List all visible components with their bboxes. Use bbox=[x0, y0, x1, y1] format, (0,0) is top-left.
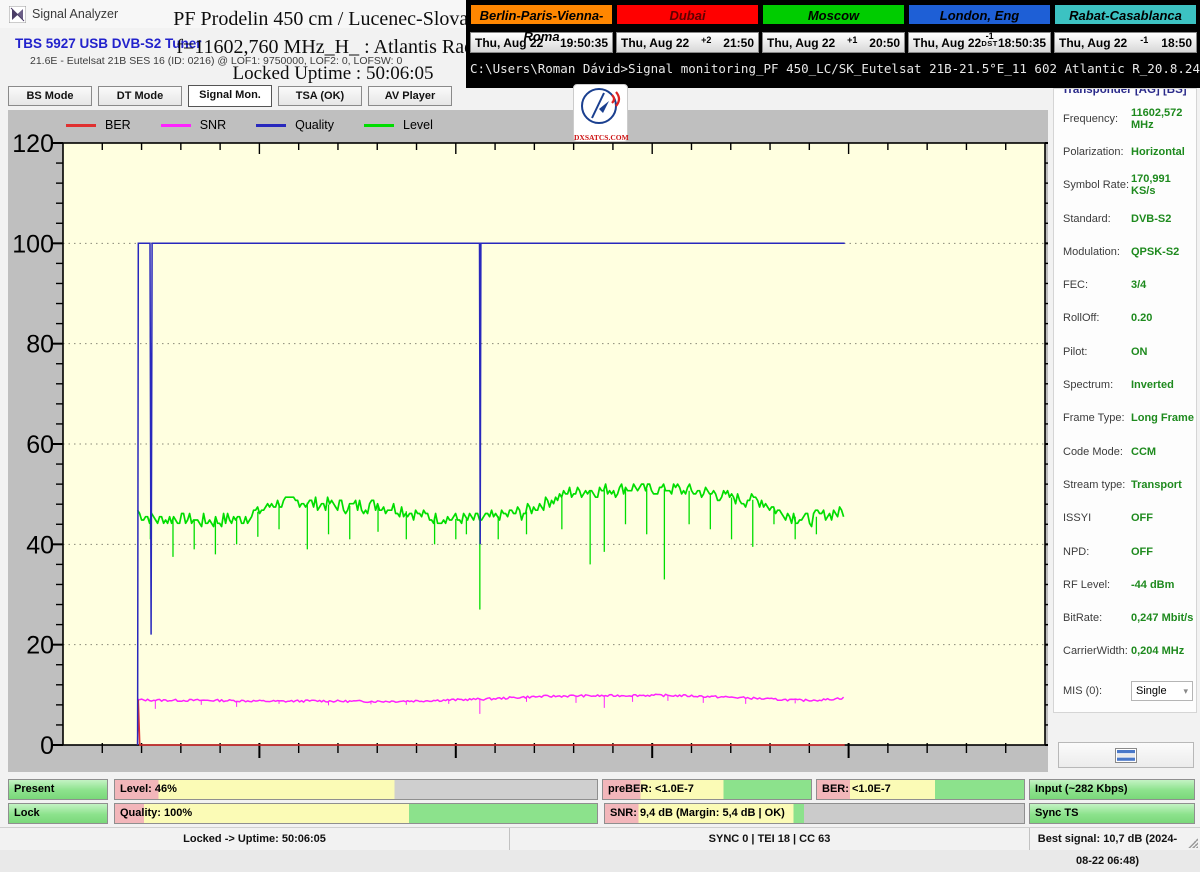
legend-item-snr: SNR bbox=[161, 118, 226, 132]
param-bitrate: BitRate:0,247 Mbit/s bbox=[1054, 601, 1196, 634]
param-stream-type: Stream type:Transport bbox=[1054, 468, 1196, 501]
param-polarization: Polarization:Horizontal bbox=[1054, 135, 1196, 168]
chevron-down-icon: ▾ bbox=[1183, 686, 1188, 697]
mis-dropdown[interactable]: Single ▾ bbox=[1131, 681, 1193, 701]
param-fec: FEC:3/4 bbox=[1054, 268, 1196, 301]
preber-bar: preBER: <1.0E-7 bbox=[602, 779, 812, 800]
level-bar: Level: 46% bbox=[114, 779, 598, 800]
y-tick-label: 80 bbox=[26, 331, 54, 359]
snr-swatch bbox=[161, 124, 191, 127]
param-npd: NPD:OFF bbox=[1054, 535, 1196, 568]
world-clock-panel: Berlin-Paris-Vienna-Roma Thu, Aug 22 19:… bbox=[466, 0, 1200, 88]
y-tick-label: 40 bbox=[26, 531, 54, 559]
clock-moscow: Moscow Thu, Aug 22 +1 20:50 bbox=[762, 4, 905, 53]
param-standard: Standard:DVB-S2 bbox=[1054, 202, 1196, 235]
mis-row: MIS (0): Single ▾ bbox=[1063, 681, 1193, 701]
clock-dubai: Dubai Thu, Aug 22 +2 21:50 bbox=[616, 4, 759, 53]
locked-uptime: Locked Uptime : 50:06:05 bbox=[168, 63, 498, 85]
chart-legend: BER SNR Quality Level bbox=[66, 118, 433, 132]
constellation-button[interactable] bbox=[1058, 742, 1194, 768]
status-uptime: Locked -> Uptime: 50:06:05 bbox=[0, 828, 510, 850]
y-tick-label: 100 bbox=[12, 230, 54, 258]
param-pilot: Pilot:ON bbox=[1054, 335, 1196, 368]
chart-panel: 0 20 40 60 80 100 120 BER SNR Quality Level bbox=[8, 110, 1048, 772]
clock-rabat: Rabat-Casablanca Thu, Aug 22 -1 18:50 bbox=[1054, 4, 1197, 53]
y-tick-label: 0 bbox=[40, 732, 54, 760]
param-modulation: Modulation:QPSK-S2 bbox=[1054, 235, 1196, 268]
param-code-mode: Code Mode:CCM bbox=[1054, 435, 1196, 468]
parameter-list: Frequency:11602,572 MHz Polarization:Hor… bbox=[1054, 102, 1196, 668]
signal-analyzer-window: Signal Analyzer TBS 5927 USB DVB-S2 Tune… bbox=[0, 0, 1200, 850]
param-spectrum: Spectrum:Inverted bbox=[1054, 368, 1196, 401]
legend-item-level: Level bbox=[364, 118, 433, 132]
signal-chart: 0 20 40 60 80 100 120 bbox=[8, 110, 1048, 772]
param-symbol-rate: Symbol Rate:170,991 KS/s bbox=[1054, 169, 1196, 202]
sidebar-title: Transponder [AG] [BS] bbox=[1062, 88, 1187, 96]
clock-columns: Berlin-Paris-Vienna-Roma Thu, Aug 22 19:… bbox=[470, 4, 1197, 53]
satellite-dish-icon bbox=[579, 85, 623, 127]
param-frequency: Frequency:11602,572 MHz bbox=[1054, 102, 1196, 135]
frequency-service: f=11602,760 MHz_H_ : Atlantis Radio bbox=[168, 36, 498, 59]
header-info: PF Prodelin 450 cm / Lucenec-Slovakia f=… bbox=[168, 8, 498, 85]
ber-swatch bbox=[66, 124, 96, 127]
tab-signal-mon[interactable]: Signal Mon. bbox=[188, 85, 272, 107]
param-frame-type: Frame Type:Long Frame bbox=[1054, 402, 1196, 435]
status-best-signal: Best signal: 10,7 dB (2024-08-22 06:48) bbox=[1030, 828, 1185, 850]
dxsatcs-logo: DXSATCS.COM bbox=[573, 84, 628, 142]
y-tick-label: 60 bbox=[26, 431, 54, 459]
present-indicator: Present bbox=[8, 779, 108, 800]
console-prompt[interactable]: C:\Users\Roman Dávid>Signal monitoring_P… bbox=[470, 61, 1197, 76]
transponder-sidebar: Transponder [AG] [BS] Frequency:11602,57… bbox=[1053, 88, 1197, 713]
tab-bs-mode[interactable]: BS Mode bbox=[8, 86, 92, 106]
clock-berlin: Berlin-Paris-Vienna-Roma Thu, Aug 22 19:… bbox=[470, 4, 613, 53]
quality-bar: Quality: 100% bbox=[114, 803, 598, 824]
status-bar: Locked -> Uptime: 50:06:05 SYNC 0 | TEI … bbox=[0, 827, 1200, 850]
status-sync: SYNC 0 | TEI 18 | CC 63 bbox=[510, 828, 1030, 850]
ber-bar: BER: <1.0E-7 bbox=[816, 779, 1025, 800]
y-tick-label: 120 bbox=[12, 130, 54, 158]
quality-swatch bbox=[256, 124, 286, 127]
window-title: Signal Analyzer bbox=[32, 7, 118, 21]
y-tick-label: 20 bbox=[26, 632, 54, 660]
level-swatch bbox=[364, 124, 394, 127]
stripes-icon bbox=[1115, 748, 1137, 763]
resize-grip[interactable] bbox=[1188, 838, 1198, 848]
param-issyi: ISSYIOFF bbox=[1054, 502, 1196, 535]
tab-av-player[interactable]: AV Player bbox=[368, 86, 452, 106]
legend-item-ber: BER bbox=[66, 118, 131, 132]
input-indicator: Input (~282 Kbps) bbox=[1029, 779, 1195, 800]
lock-indicator: Lock bbox=[8, 803, 108, 824]
app-icon bbox=[9, 6, 26, 23]
tab-bar: BS Mode DT Mode Signal Mon. TSA (OK) AV … bbox=[8, 86, 452, 107]
tab-dt-mode[interactable]: DT Mode bbox=[98, 86, 182, 106]
param-rf-level: RF Level:-44 dBm bbox=[1054, 568, 1196, 601]
sync-ts-indicator: Sync TS bbox=[1029, 803, 1195, 824]
legend-item-quality: Quality bbox=[256, 118, 334, 132]
tab-tsa[interactable]: TSA (OK) bbox=[278, 86, 362, 106]
mis-label: MIS (0): bbox=[1063, 685, 1131, 697]
param-rolloff: RollOff:0.20 bbox=[1054, 302, 1196, 335]
snr-bar: SNR: 9,4 dB (Margin: 5,4 dB | OK) bbox=[604, 803, 1025, 824]
logo-text: DXSATCS.COM bbox=[574, 133, 627, 142]
clock-london: London, Eng Thu, Aug 22 -1DST 18:50:35 bbox=[908, 4, 1051, 53]
antenna-location: PF Prodelin 450 cm / Lucenec-Slovakia bbox=[168, 8, 498, 31]
param-carrierwidth: CarrierWidth:0,204 MHz bbox=[1054, 635, 1196, 668]
